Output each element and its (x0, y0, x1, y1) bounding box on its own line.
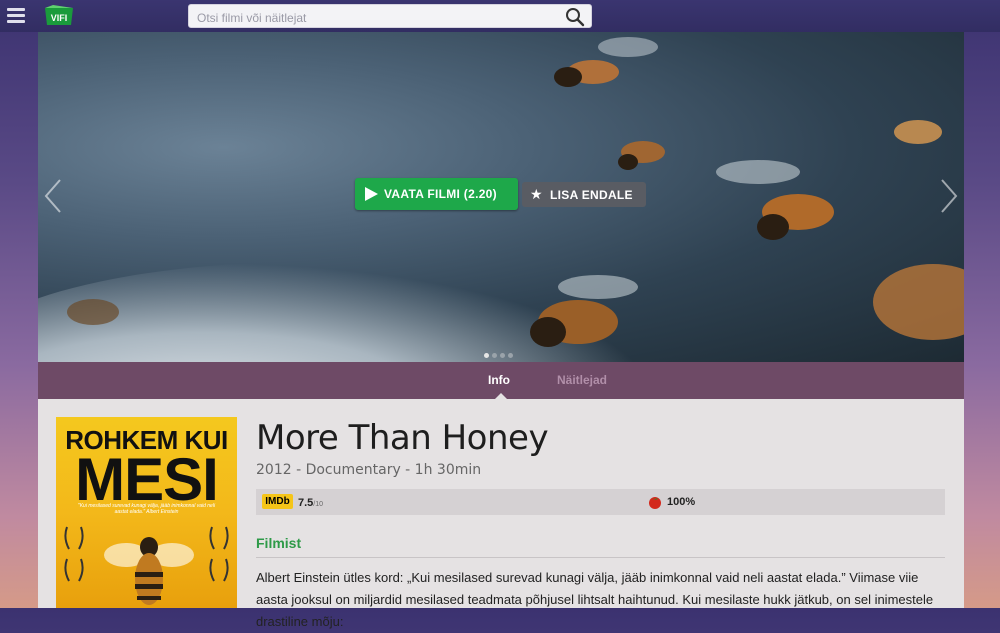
imdb-score-value: 7.5 (298, 497, 314, 509)
search-icon[interactable] (565, 7, 585, 27)
hero-banner: VAATA FILMI (2.20) ★ LISA ENDALE (38, 32, 964, 362)
imdb-score: 7.5/10 (298, 497, 323, 509)
play-icon (365, 187, 378, 201)
laurel-icon (209, 526, 229, 550)
watch-film-button[interactable]: VAATA FILMI (2.20) (355, 178, 518, 210)
search-input[interactable] (195, 8, 559, 28)
laurel-icon (64, 558, 84, 582)
movie-description: Albert Einstein ütles kord: „Kui mesilas… (256, 570, 934, 629)
imdb-score-scale: /10 (313, 501, 324, 508)
slide-dot[interactable] (500, 353, 505, 358)
svg-text:VIFI: VIFI (51, 13, 68, 23)
star-icon: ★ (530, 186, 543, 202)
top-bar: VIFI (0, 0, 1000, 32)
divider (256, 557, 945, 558)
previous-slide-arrow-icon[interactable] (42, 178, 64, 214)
search-box (188, 4, 592, 28)
poster-quote: "Kui mesilased surevad kunagi välja, jää… (77, 503, 216, 515)
add-to-list-label: LISA ENDALE (550, 188, 633, 202)
ratings-bar: IMDb 7.5/10 100% (256, 489, 945, 515)
slide-indicator (484, 345, 516, 362)
slide-dot[interactable] (484, 353, 489, 358)
tomatometer-score: 100% (667, 496, 696, 508)
imdb-badge[interactable]: IMDb (262, 494, 293, 509)
hamburger-menu-icon[interactable] (7, 8, 25, 24)
poster-bee-illustration (104, 537, 194, 605)
movie-poster[interactable]: ROHKEM KUI MESI "Kui mesilased surevad k… (56, 417, 237, 608)
tab-info[interactable]: Info (488, 373, 510, 387)
detail-tab-bar: Info Näitlejad (38, 362, 964, 399)
vifi-logo[interactable]: VIFI (43, 5, 75, 27)
movie-title: More Than Honey (256, 418, 549, 458)
movie-details: ROHKEM KUI MESI "Kui mesilased surevad k… (38, 399, 964, 629)
tomato-icon (649, 497, 661, 509)
next-slide-arrow-icon[interactable] (938, 178, 960, 214)
add-to-list-button[interactable]: ★ LISA ENDALE (522, 182, 646, 207)
watch-film-label: VAATA FILMI (2.20) (384, 187, 497, 201)
tab-actors[interactable]: Näitlejad (557, 373, 607, 387)
slide-dot[interactable] (492, 353, 497, 358)
about-heading: Filmist (256, 535, 302, 551)
laurel-icon (209, 558, 229, 582)
slide-dot[interactable] (508, 353, 513, 358)
laurel-icon (64, 526, 84, 550)
movie-meta: 2012 - Documentary - 1h 30min (256, 462, 482, 478)
